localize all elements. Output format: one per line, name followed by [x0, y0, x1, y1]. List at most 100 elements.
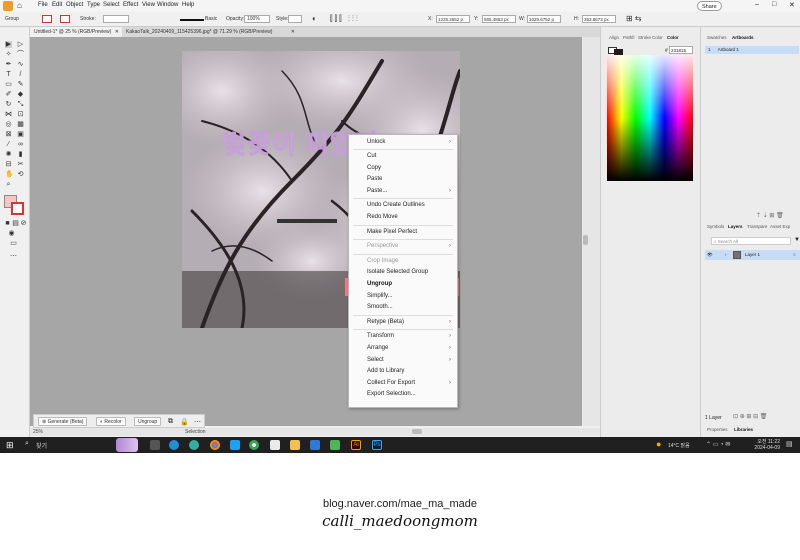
task-view-icon[interactable] — [150, 440, 160, 450]
tab-color-guide[interactable]: Color — [652, 35, 663, 40]
menu-item-undo-create-outlines[interactable]: Undo Create Outlines — [349, 200, 457, 210]
zoom-level[interactable]: 25% — [33, 429, 43, 435]
lock-icon[interactable]: 🔒 — [180, 418, 189, 426]
visibility-eye-icon[interactable]: 👁 — [707, 250, 713, 260]
store-icon[interactable] — [310, 440, 320, 450]
artboard-panel-icons[interactable]: ⇡ ⇣ ⊞ 🗑 — [756, 212, 784, 219]
selection-tool-icon[interactable]: ▶ — [5, 41, 12, 48]
menu-item-transform[interactable]: Transform › — [349, 331, 457, 341]
twitter-icon[interactable] — [230, 440, 240, 450]
menu-item-arrange[interactable]: Arrange › — [349, 343, 457, 353]
share-button[interactable]: Share — [697, 1, 722, 11]
tab-color[interactable]: Color — [667, 35, 679, 40]
shape-builder-icon[interactable]: ◎ — [5, 121, 12, 128]
clock-date[interactable]: 2024-04-09 — [750, 445, 780, 451]
layers-search-field[interactable]: ⌕ Search All — [711, 237, 791, 245]
perspective-grid-icon[interactable]: ▦ — [17, 121, 24, 128]
tab-properties[interactable]: Properties — [707, 427, 728, 432]
tab-symbols[interactable]: Symbols — [707, 224, 724, 229]
tab-close-icon[interactable]: ✕ — [291, 27, 295, 37]
notepad-icon[interactable] — [330, 440, 340, 450]
close-icon[interactable]: ✕ — [789, 1, 795, 9]
vertical-scrollbar[interactable] — [582, 37, 600, 426]
lasso-icon[interactable]: ⌒ — [17, 51, 24, 58]
eraser-icon[interactable]: ◆ — [17, 91, 24, 98]
menu-object[interactable]: Object — [66, 2, 83, 8]
tab-layers[interactable]: Layers — [728, 224, 743, 229]
brush-stroke-preview[interactable] — [180, 19, 204, 21]
tab-align[interactable]: Align — [609, 35, 619, 40]
duplicate-icon[interactable]: ⧉ — [168, 418, 173, 426]
more-tools-icon[interactable]: ⋯ — [10, 253, 17, 260]
hand-tool-icon[interactable]: ✋ — [5, 171, 14, 178]
layer-name[interactable]: Layer 1 — [745, 250, 760, 260]
h-field[interactable]: 353.8673 px — [582, 15, 616, 23]
tab-close-icon[interactable]: ✕ — [115, 27, 119, 37]
menu-view[interactable]: View — [142, 2, 155, 8]
filter-icon[interactable]: ▼ — [794, 237, 800, 243]
tab-pathfinder[interactable]: Pathfi — [623, 35, 635, 40]
recolor-icon[interactable]: ◐ — [312, 14, 317, 23]
blend-tool-icon[interactable]: ∞ — [17, 141, 24, 148]
weather-text[interactable]: 14°C 맑음 — [668, 442, 690, 449]
width-tool-icon[interactable]: ⋈ — [5, 111, 12, 118]
shaper-tool-icon[interactable]: ✐ — [5, 91, 12, 98]
expand-chevron-icon[interactable]: › — [725, 250, 727, 260]
menu-item-unlock[interactable]: Unlock › — [349, 137, 457, 147]
artboard-list-item[interactable]: 1 Artboard 1 — [705, 46, 799, 54]
slice-tool-icon[interactable]: ✂ — [17, 161, 24, 168]
menu-item-simplify[interactable]: Simplify... — [349, 291, 457, 301]
mesh-tool-icon[interactable]: ⊠ — [5, 131, 12, 138]
tab-stroke[interactable]: Stroke — [638, 35, 651, 40]
x-field[interactable]: 1225.2652 p — [436, 15, 470, 23]
stroke-swatch[interactable] — [60, 15, 70, 23]
color-mode-icon[interactable]: ■ — [4, 220, 11, 227]
minimize-icon[interactable]: – — [755, 1, 759, 8]
illustrator-taskbar-icon[interactable]: Ai — [351, 440, 361, 450]
menu-item-select[interactable]: Select › — [349, 355, 457, 365]
menu-window[interactable]: Window — [157, 2, 178, 8]
tab-asset-export[interactable]: Asset Exp — [770, 224, 790, 229]
style-swatch[interactable] — [288, 15, 302, 23]
magic-wand-icon[interactable]: ✧ — [5, 51, 12, 58]
tab-transparency[interactable]: Transpare — [747, 224, 767, 229]
menu-item-cut[interactable]: Cut — [349, 151, 457, 161]
rotate-view-icon[interactable]: ⟲ — [17, 171, 24, 178]
menu-item-redo-move[interactable]: Redo Move — [349, 212, 457, 222]
weather-icon[interactable]: ● — [656, 439, 661, 449]
type-tool-icon[interactable]: T — [5, 71, 12, 78]
clock-time[interactable]: 오전 11:22 — [752, 438, 780, 445]
scale-tool-icon[interactable]: ⤡ — [17, 101, 24, 108]
menu-item-ungroup[interactable]: Ungroup — [349, 279, 457, 289]
edge-dev-icon[interactable] — [189, 440, 199, 450]
taskbar-search-text[interactable]: 찾기 — [36, 441, 47, 450]
windows-start-icon[interactable]: ⊞ — [6, 440, 14, 451]
notification-icon[interactable]: ▤ — [786, 440, 793, 448]
rotate-tool-icon[interactable]: ↻ — [5, 101, 12, 108]
menu-item-paste[interactable]: Paste... › — [349, 186, 457, 196]
pen-tool-icon[interactable]: ✒ — [5, 61, 12, 68]
menu-select[interactable]: Select — [103, 2, 120, 8]
stroke-weight-field[interactable] — [103, 15, 129, 23]
chrome-icon[interactable] — [210, 440, 220, 450]
recolor-button[interactable]: ◐ Recolor — [96, 417, 126, 426]
scroll-thumb[interactable] — [583, 235, 588, 245]
horizontal-scroll-thumb[interactable] — [412, 429, 422, 434]
tray-icons[interactable]: ⌃ ▭ ◔ ✉ — [706, 441, 730, 448]
doc-tab-untitled[interactable]: Untitled-1* @ 25 % (RGB/Preview) ✕ — [30, 27, 122, 37]
photos-icon[interactable] — [270, 440, 280, 450]
photoshop-taskbar-icon[interactable]: Ps — [372, 440, 382, 450]
direct-selection-tool-icon[interactable]: ▷ — [17, 41, 24, 48]
home-icon[interactable]: ⌂ — [17, 1, 22, 11]
curvature-tool-icon[interactable]: ∿ — [17, 61, 24, 68]
target-icon[interactable]: ○ — [793, 250, 796, 260]
screen-mode-icon[interactable]: ▭ — [10, 240, 17, 247]
transform-icons[interactable]: ⊞ ⇆ — [626, 14, 642, 23]
menu-item-smooth[interactable]: Smooth... — [349, 302, 457, 312]
ungroup-button[interactable]: Ungroup — [134, 417, 162, 426]
graph-tool-icon[interactable]: ▮ — [17, 151, 24, 158]
paintbrush-icon[interactable]: ✎ — [17, 81, 24, 88]
taskbar-search-icon[interactable]: ⌕ — [25, 440, 29, 448]
menu-item-paste[interactable]: Paste — [349, 174, 457, 184]
none-mode-icon[interactable]: ⊘ — [20, 220, 27, 227]
